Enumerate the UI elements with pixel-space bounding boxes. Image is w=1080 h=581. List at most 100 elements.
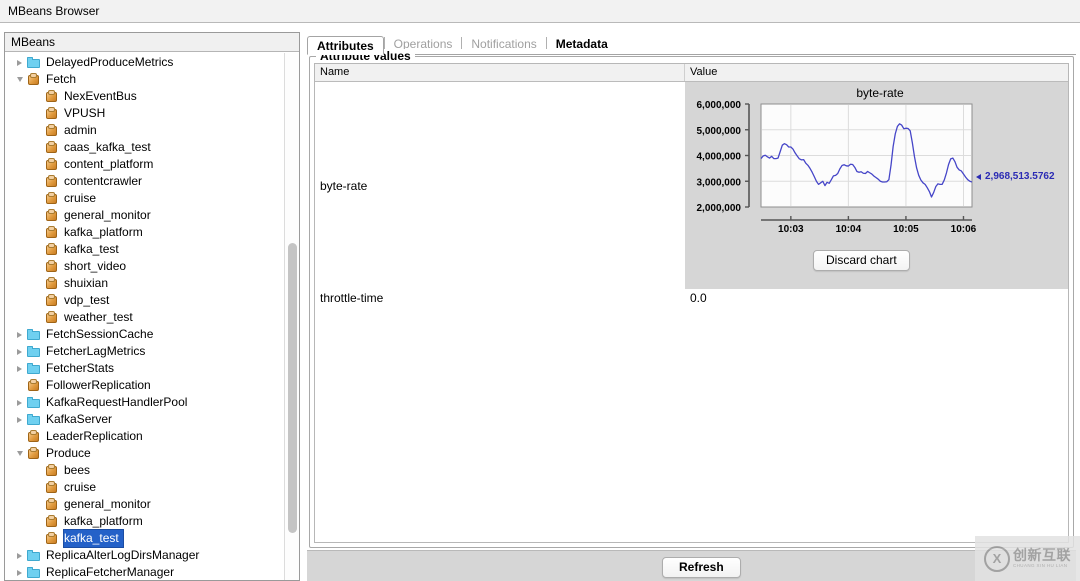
tree-item-delayedproducemetrics[interactable]: DelayedProduceMetrics xyxy=(5,54,299,71)
tree-item-caas-kafka-test[interactable]: caas_kafka_test xyxy=(5,139,299,156)
chevron-right-icon[interactable] xyxy=(13,54,26,71)
tree-item-label: Fetch xyxy=(46,72,77,86)
tree-item-label: caas_kafka_test xyxy=(64,140,151,154)
folder-icon xyxy=(26,548,42,564)
tree-item-label: kafka_test xyxy=(64,242,119,256)
tree-item-label: admin xyxy=(64,123,97,137)
tab-notifications: Notifications xyxy=(471,37,537,51)
tree-item-replicaalterlogdirsmanager[interactable]: ReplicaAlterLogDirsManager xyxy=(5,547,299,564)
chevron-right-icon[interactable] xyxy=(13,343,26,360)
attribute-value-throttle-time: 0.0 xyxy=(690,291,707,305)
tree-item-label: shuixian xyxy=(64,276,109,290)
discard-chart-button[interactable]: Discard chart xyxy=(813,250,910,271)
tree-item-label: Produce xyxy=(46,446,91,460)
mbean-icon xyxy=(44,208,60,224)
mbean-icon xyxy=(44,276,60,292)
window-titlebar: MBeans Browser xyxy=(0,0,1080,23)
twist-spacer-icon xyxy=(31,292,44,309)
folder-icon xyxy=(26,55,42,71)
mbean-icon xyxy=(44,259,60,275)
mbean-icon xyxy=(44,293,60,309)
tree-item-label: ReplicaAlterLogDirsManager xyxy=(46,548,200,562)
tree-item-fetch[interactable]: Fetch xyxy=(5,71,299,88)
chevron-down-icon[interactable] xyxy=(13,445,26,462)
tree-item-vdp-test[interactable]: vdp_test xyxy=(5,292,299,309)
watermark-chinese-text: 创新互联 xyxy=(1013,547,1071,564)
twist-spacer-icon xyxy=(31,224,44,241)
chevron-down-icon[interactable] xyxy=(13,71,26,88)
chevron-right-icon[interactable] xyxy=(13,564,26,580)
tree-item-kafka-platform[interactable]: kafka_platform xyxy=(5,513,299,530)
mbeans-tree[interactable]: DelayedProduceMetrics Fetch NexEventBus VPU… xyxy=(5,52,299,580)
tree-item-label: kafka_platform xyxy=(64,514,143,528)
tab-strip[interactable]: Attributes Operations Notifications Metadat… xyxy=(307,34,1076,55)
tree-item-fetcherlagmetrics[interactable]: FetcherLagMetrics xyxy=(5,343,299,360)
tree-item-nexeventbus[interactable]: NexEventBus xyxy=(5,88,299,105)
table-header-row: Name Value xyxy=(315,64,1068,82)
tree-item-admin[interactable]: admin xyxy=(5,122,299,139)
mbean-icon xyxy=(44,242,60,258)
tree-item-label: FetcherStats xyxy=(46,361,115,375)
twist-spacer-icon xyxy=(31,258,44,275)
tree-item-content-platform[interactable]: content_platform xyxy=(5,156,299,173)
twist-spacer-icon xyxy=(13,377,26,394)
tree-item-leaderreplication[interactable]: LeaderReplication xyxy=(5,428,299,445)
tree-item-fetcherstats[interactable]: FetcherStats xyxy=(5,360,299,377)
tree-item-replicafetchermanager[interactable]: ReplicaFetcherManager xyxy=(5,564,299,580)
attribute-value-byte-rate: byte-rate 6,000,000 5,000,000 4,000,000 3,0… xyxy=(685,82,1068,289)
tree-item-bees[interactable]: bees xyxy=(5,462,299,479)
twist-spacer-icon xyxy=(31,275,44,292)
tree-item-cruise[interactable]: cruise xyxy=(5,479,299,496)
twist-spacer-icon xyxy=(31,88,44,105)
tree-item-cruise[interactable]: cruise xyxy=(5,190,299,207)
tree-item-short-video[interactable]: short_video xyxy=(5,258,299,275)
tree-item-followerreplication[interactable]: FollowerReplication xyxy=(5,377,299,394)
tree-vertical-scrollbar[interactable] xyxy=(284,53,299,580)
tree-item-produce[interactable]: Produce xyxy=(5,445,299,462)
folder-icon xyxy=(26,395,42,411)
twist-spacer-icon xyxy=(31,479,44,496)
tree-item-general-monitor[interactable]: general_monitor xyxy=(5,207,299,224)
tree-scrollbar-thumb[interactable] xyxy=(288,243,297,533)
folder-icon xyxy=(26,412,42,428)
tree-item-kafka-test[interactable]: kafka_test xyxy=(5,529,299,548)
tree-item-kafkaserver[interactable]: KafkaServer xyxy=(5,411,299,428)
tree-item-general-monitor[interactable]: general_monitor xyxy=(5,496,299,513)
chart-y-tick-label: 4,000,000 xyxy=(697,152,742,163)
tree-item-label: content_platform xyxy=(64,157,154,171)
table-row[interactable]: byte-rate byte-rate 6,000,000 5,000,000 4,… xyxy=(315,82,1068,289)
table-row[interactable]: throttle-time 0.0 xyxy=(315,289,1068,309)
mbean-icon xyxy=(26,72,42,88)
twist-spacer-icon xyxy=(31,105,44,122)
mbean-icon xyxy=(44,106,60,122)
tree-item-weather-test[interactable]: weather_test xyxy=(5,309,299,326)
mbean-icon xyxy=(44,514,60,530)
current-value-marker-icon xyxy=(976,174,981,180)
tab-attributes[interactable]: Attributes xyxy=(307,36,384,55)
tree-item-label: weather_test xyxy=(64,310,133,324)
tree-item-label: short_video xyxy=(64,259,127,273)
column-header-name[interactable]: Name xyxy=(315,64,685,81)
tree-item-kafka-test[interactable]: kafka_test xyxy=(5,241,299,258)
chevron-right-icon[interactable] xyxy=(13,360,26,377)
tree-item-kafkarequesthandlerpool[interactable]: KafkaRequestHandlerPool xyxy=(5,394,299,411)
chevron-right-icon[interactable] xyxy=(13,326,26,343)
tree-item-vpush[interactable]: VPUSH xyxy=(5,105,299,122)
mbean-icon xyxy=(44,310,60,326)
twist-spacer-icon xyxy=(31,513,44,530)
chevron-right-icon[interactable] xyxy=(13,411,26,428)
tree-item-label: FollowerReplication xyxy=(46,378,151,392)
tree-item-shuixian[interactable]: shuixian xyxy=(5,275,299,292)
chevron-right-icon[interactable] xyxy=(13,394,26,411)
mbean-icon xyxy=(44,123,60,139)
tree-item-kafka-platform[interactable]: kafka_platform xyxy=(5,224,299,241)
column-header-value[interactable]: Value xyxy=(685,64,1068,81)
tree-item-fetchsessioncache[interactable]: FetchSessionCache xyxy=(5,326,299,343)
tree-item-label: cruise xyxy=(64,191,97,205)
tab-metadata[interactable]: Metadata xyxy=(547,35,617,54)
refresh-button[interactable]: Refresh xyxy=(662,557,741,578)
mbeans-panel-header: MBeans xyxy=(5,33,299,52)
tree-item-label: KafkaRequestHandlerPool xyxy=(46,395,188,409)
chevron-right-icon[interactable] xyxy=(13,547,26,564)
tree-item-contentcrawler[interactable]: contentcrawler xyxy=(5,173,299,190)
